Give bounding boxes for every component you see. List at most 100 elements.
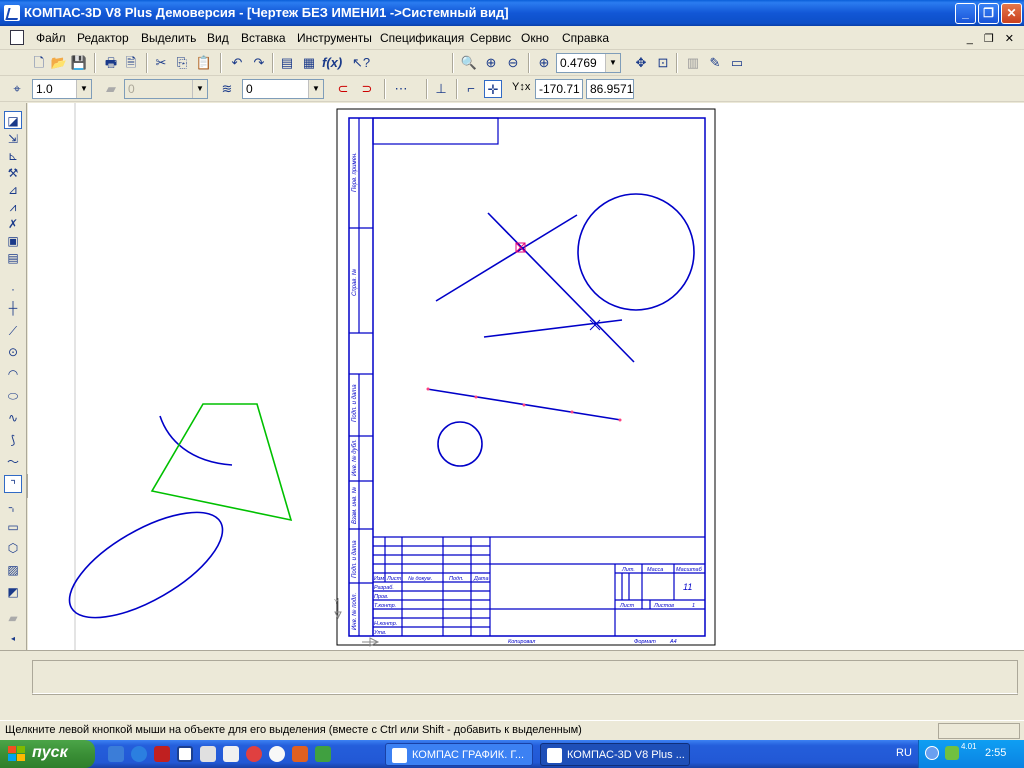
desktop-icon[interactable] [108, 746, 124, 762]
bezier-icon[interactable]: 〜 [4, 453, 22, 471]
ie-icon[interactable] [131, 746, 147, 762]
zoom-combo[interactable]: 0.4769 ▼ [556, 53, 621, 73]
point-icon[interactable]: · [4, 280, 22, 298]
print-icon[interactable]: 🖶 [102, 54, 120, 72]
word-icon[interactable] [177, 746, 193, 762]
utility-icon[interactable] [315, 746, 331, 762]
parametrize-panel-icon[interactable]: ⊿ [4, 181, 22, 199]
drawing-svg: Перв. примен. Справ. № Подп. и дата Инв.… [68, 103, 716, 650]
associative-views-icon[interactable]: ▣ [4, 232, 22, 250]
aux-line-icon[interactable]: ┼ [4, 299, 22, 317]
zoom-out-icon[interactable]: ⊖ [504, 54, 522, 72]
mdi-window-controls[interactable]: _ ❐ ✕ [967, 32, 1018, 45]
rectangle-icon[interactable]: ▭ [4, 518, 22, 536]
polyline-icon[interactable]: ⟆ [4, 431, 22, 449]
step-icon[interactable]: ⌖ [8, 80, 26, 98]
scroll-down-icon[interactable]: ◂ [4, 630, 22, 648]
media-icon[interactable] [269, 746, 285, 762]
grid-icon[interactable]: ⋯ [392, 80, 410, 98]
round-icon[interactable]: ✛ [484, 80, 502, 98]
open-folder-icon[interactable]: 📂 [50, 54, 68, 72]
arc-icon[interactable]: ◠ [4, 365, 22, 383]
polygon-icon[interactable]: ⬡ [4, 539, 22, 557]
contour-icon[interactable]: ◩ [4, 583, 22, 601]
save-icon[interactable]: 💾 [70, 54, 88, 72]
ortho-icon[interactable]: ⌐ [462, 80, 480, 98]
ellipse-icon[interactable]: ⬭ [4, 387, 22, 405]
chevron-down-icon[interactable]: ▼ [308, 80, 323, 98]
redo-icon[interactable]: ↷ [250, 54, 268, 72]
menu-tools[interactable]: Инструменты [297, 31, 372, 45]
messenger-icon[interactable] [200, 746, 216, 762]
print-preview-icon[interactable]: 🗎 [122, 54, 140, 72]
media-player-icon[interactable] [246, 746, 262, 762]
menu-select[interactable]: Выделить [141, 31, 196, 45]
library-icon[interactable]: ▦ [300, 54, 318, 72]
cut-icon[interactable]: ✂ [152, 54, 170, 72]
hatch-icon[interactable]: ▨ [4, 561, 22, 579]
layers-icon[interactable]: ≋ [218, 80, 236, 98]
task-label: КОМПАС-3D V8 Plus ... [567, 749, 685, 761]
undo-icon[interactable]: ↶ [228, 54, 246, 72]
menu-insert[interactable]: Вставка [241, 31, 286, 45]
firefox-icon[interactable] [292, 746, 308, 762]
menu-window[interactable]: Окно [521, 31, 549, 45]
menu-editor[interactable]: Редактор [77, 31, 129, 45]
paste-icon[interactable]: 📋 [195, 54, 213, 72]
menu-view[interactable]: Вид [207, 31, 229, 45]
copy-icon[interactable]: ⎘ [173, 54, 191, 72]
edit-panel-icon[interactable]: ⚒ [4, 164, 22, 182]
snap-local-icon[interactable]: ⊃ [358, 80, 376, 98]
spec-panel-icon[interactable]: ▤ [4, 249, 22, 267]
circle-icon[interactable]: ⊙ [4, 343, 22, 361]
scale-value: 11 [683, 582, 692, 592]
segment-icon[interactable]: ⟋ [4, 322, 22, 340]
menu-service[interactable]: Сервис [470, 31, 511, 45]
zoom-in-icon[interactable]: ⊕ [482, 54, 500, 72]
tray-app-icon[interactable] [945, 746, 959, 760]
model-icon[interactable]: ▥ [684, 54, 702, 72]
new-document-icon[interactable]: 🗋 [30, 54, 48, 72]
snap-magnet-icon[interactable]: ⊂ [334, 80, 352, 98]
minimize-button[interactable]: _ [955, 3, 976, 24]
dimensions-panel-icon[interactable]: ⇲ [4, 130, 22, 148]
taskbar-item-word[interactable]: КОМПАС ГРАФИК. Г... [385, 743, 533, 766]
zoom-scale-icon[interactable]: ⊕ [535, 54, 553, 72]
variables-fx-icon[interactable]: f(x) [322, 54, 342, 72]
properties-icon[interactable]: ✎ [706, 54, 724, 72]
chevron-down-icon[interactable]: ▼ [605, 54, 620, 72]
document-icon[interactable] [10, 30, 24, 45]
fit-all-icon[interactable]: ⊡ [654, 54, 672, 72]
pan-icon[interactable]: ✥ [632, 54, 650, 72]
chevron-down-icon[interactable]: ▼ [76, 80, 91, 98]
maximize-button[interactable]: ❐ [978, 3, 999, 24]
quicklaunch-app-icon[interactable] [154, 746, 170, 762]
designations-panel-icon[interactable]: ⊾ [4, 147, 22, 165]
cursor-x-field[interactable]: -170.71 [535, 79, 583, 99]
chamfer-icon[interactable]: ⌍ [4, 498, 22, 516]
menu-help[interactable]: Справка [562, 31, 609, 45]
taskbar-item-kompas[interactable]: КОМПАС-3D V8 Plus ... [540, 743, 690, 766]
local-cs-icon[interactable]: ⊥ [432, 80, 450, 98]
step-combo[interactable]: 1.0 ▼ [32, 79, 92, 99]
fillet-icon[interactable]: ⌝ [4, 475, 22, 493]
style-combo[interactable]: 0 ▼ [242, 79, 324, 99]
close-button[interactable]: ✕ [1001, 3, 1022, 24]
help-pointer-icon[interactable]: ↖? [352, 54, 370, 72]
cursor-y-field[interactable]: 86.9571 [586, 79, 634, 99]
geometry-panel-icon[interactable]: ◪ [4, 111, 22, 129]
manager-icon[interactable]: ▤ [278, 54, 296, 72]
language-indicator[interactable]: RU [896, 747, 912, 759]
kompas-icon[interactable] [223, 746, 239, 762]
menu-file[interactable]: Файл [36, 31, 66, 45]
tray-arrow-icon[interactable] [925, 746, 939, 760]
drawing-canvas[interactable]: Перв. примен. Справ. № Подп. и дата Инв.… [28, 103, 1024, 650]
select-panel-icon[interactable]: ✗ [4, 215, 22, 233]
menu-specification[interactable]: Спецификация [380, 31, 464, 45]
zoom-icon[interactable]: 🔍 [460, 54, 478, 72]
measure-panel-icon[interactable]: ⩘ [4, 198, 22, 216]
spline-icon[interactable]: ∿ [4, 409, 22, 427]
property-bar [0, 650, 1024, 720]
start-button[interactable]: пуск [0, 740, 95, 768]
display-icon[interactable]: ▭ [728, 54, 746, 72]
